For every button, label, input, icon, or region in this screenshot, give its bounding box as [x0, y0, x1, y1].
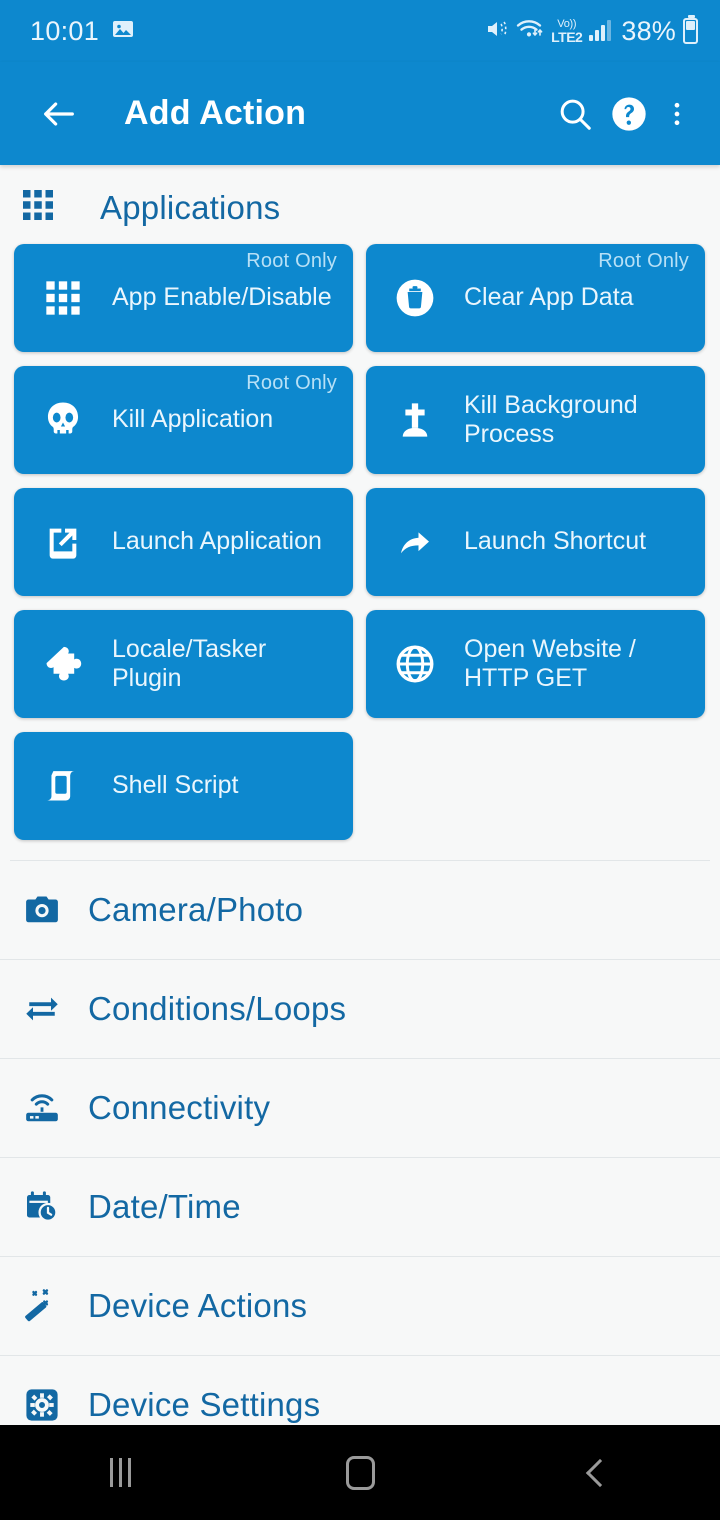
action-card-label: Kill Application: [112, 405, 274, 434]
back-arrow-icon[interactable]: [32, 87, 86, 141]
action-card-label: Launch Shortcut: [464, 527, 647, 556]
action-card-locale-tasker-plugin[interactable]: Locale/Tasker Plugin: [14, 610, 353, 718]
action-card-kill-background-process[interactable]: Kill Background Process: [366, 366, 705, 474]
category-row-device-actions[interactable]: Device Actions: [0, 1257, 720, 1356]
volte-bottom-label: LTE2: [551, 28, 583, 45]
content-scroll-area[interactable]: Applications Root Only App Enable/Disabl…: [0, 165, 720, 1425]
image-icon: [111, 17, 135, 46]
action-card-label: Locale/Tasker Plugin: [112, 634, 267, 693]
magic-wand-icon: [20, 1287, 64, 1325]
action-card-shell-script[interactable]: Shell Script: [14, 732, 353, 840]
home-icon[interactable]: [280, 1425, 440, 1520]
action-card-launch-application[interactable]: Launch Application: [14, 488, 353, 596]
category-label: Connectivity: [88, 1089, 271, 1126]
status-bar: 10:01 Vo)) LTE2 38%: [0, 0, 720, 62]
action-card-label: Open Website / HTTP GET: [464, 634, 636, 693]
root-only-badge: Root Only: [246, 250, 337, 272]
recents-icon[interactable]: [40, 1425, 200, 1520]
open-in-new-icon: [40, 522, 86, 562]
action-card-app-enable-disable[interactable]: Root Only App Enable/Disable: [14, 244, 353, 352]
category-row-conditions-loops[interactable]: Conditions/Loops: [0, 960, 720, 1059]
search-icon[interactable]: [548, 87, 602, 141]
status-bar-right: Vo)) LTE2 38%: [485, 15, 698, 47]
section-header-applications[interactable]: Applications: [0, 165, 720, 244]
app-bar: Add Action: [0, 62, 720, 165]
volte-icon: Vo)) LTE2: [551, 17, 583, 45]
camera-icon: [20, 892, 64, 928]
category-row-connectivity[interactable]: Connectivity: [0, 1059, 720, 1158]
applications-card-grid: Root Only App Enable/Disable Root Only C…: [0, 244, 720, 854]
scroll-icon: [40, 765, 86, 807]
action-card-label: Kill Background Process: [464, 390, 638, 449]
page-title: Add Action: [124, 94, 307, 132]
section-title: Applications: [100, 188, 281, 226]
gear-square-icon: [20, 1387, 64, 1423]
status-bar-left: 10:01: [30, 16, 135, 47]
action-card-label: Clear App Data: [464, 283, 634, 312]
category-label: Camera/Photo: [88, 891, 304, 928]
share-arrow-icon: [392, 521, 438, 563]
category-row-device-settings[interactable]: Device Settings: [0, 1356, 720, 1425]
grave-cross-icon: [392, 399, 438, 441]
help-icon[interactable]: [602, 87, 656, 141]
action-card-label: App Enable/Disable: [112, 283, 332, 312]
category-label: Device Actions: [88, 1287, 308, 1324]
wifi-icon: [516, 18, 544, 45]
category-label: Date/Time: [88, 1188, 241, 1225]
mute-vibrate-icon: [485, 17, 509, 46]
apps-grid-icon: [20, 187, 56, 228]
category-label: Device Settings: [88, 1386, 321, 1423]
action-card-label: Launch Application: [112, 527, 322, 556]
skull-icon: [40, 399, 86, 441]
status-clock: 10:01: [30, 15, 100, 46]
battery-icon: [683, 15, 698, 44]
back-icon[interactable]: [520, 1425, 680, 1520]
action-card-label: Shell Script: [112, 771, 239, 800]
action-card-open-website-http-get[interactable]: Open Website / HTTP GET: [366, 610, 705, 718]
calendar-clock-icon: [20, 1189, 64, 1225]
action-card-launch-shortcut[interactable]: Launch Shortcut: [366, 488, 705, 596]
action-card-clear-app-data[interactable]: Root Only Clear App Data: [366, 244, 705, 352]
battery-percent-label: 38%: [621, 15, 676, 46]
signal-bars-icon: [589, 20, 612, 41]
delete-circle-icon: [392, 277, 438, 319]
category-row-date-time[interactable]: Date/Time: [0, 1158, 720, 1257]
phone-screen: 10:01 Vo)) LTE2 38% Add Action Applicati…: [0, 0, 720, 1520]
apps-grid-icon: [40, 278, 86, 318]
action-card-kill-application[interactable]: Root Only Kill Application: [14, 366, 353, 474]
loop-repeat-icon: [20, 991, 64, 1027]
puzzle-piece-icon: [40, 643, 86, 685]
root-only-badge: Root Only: [246, 372, 337, 394]
overflow-menu-icon[interactable]: [656, 87, 698, 141]
router-icon: [20, 1092, 64, 1124]
category-row-camera-photo[interactable]: Camera/Photo: [0, 861, 720, 960]
globe-icon: [392, 643, 438, 685]
category-label: Conditions/Loops: [88, 990, 347, 1027]
root-only-badge: Root Only: [598, 250, 689, 272]
volte-top-label: Vo)): [557, 17, 577, 30]
system-nav-bar: [0, 1425, 720, 1520]
